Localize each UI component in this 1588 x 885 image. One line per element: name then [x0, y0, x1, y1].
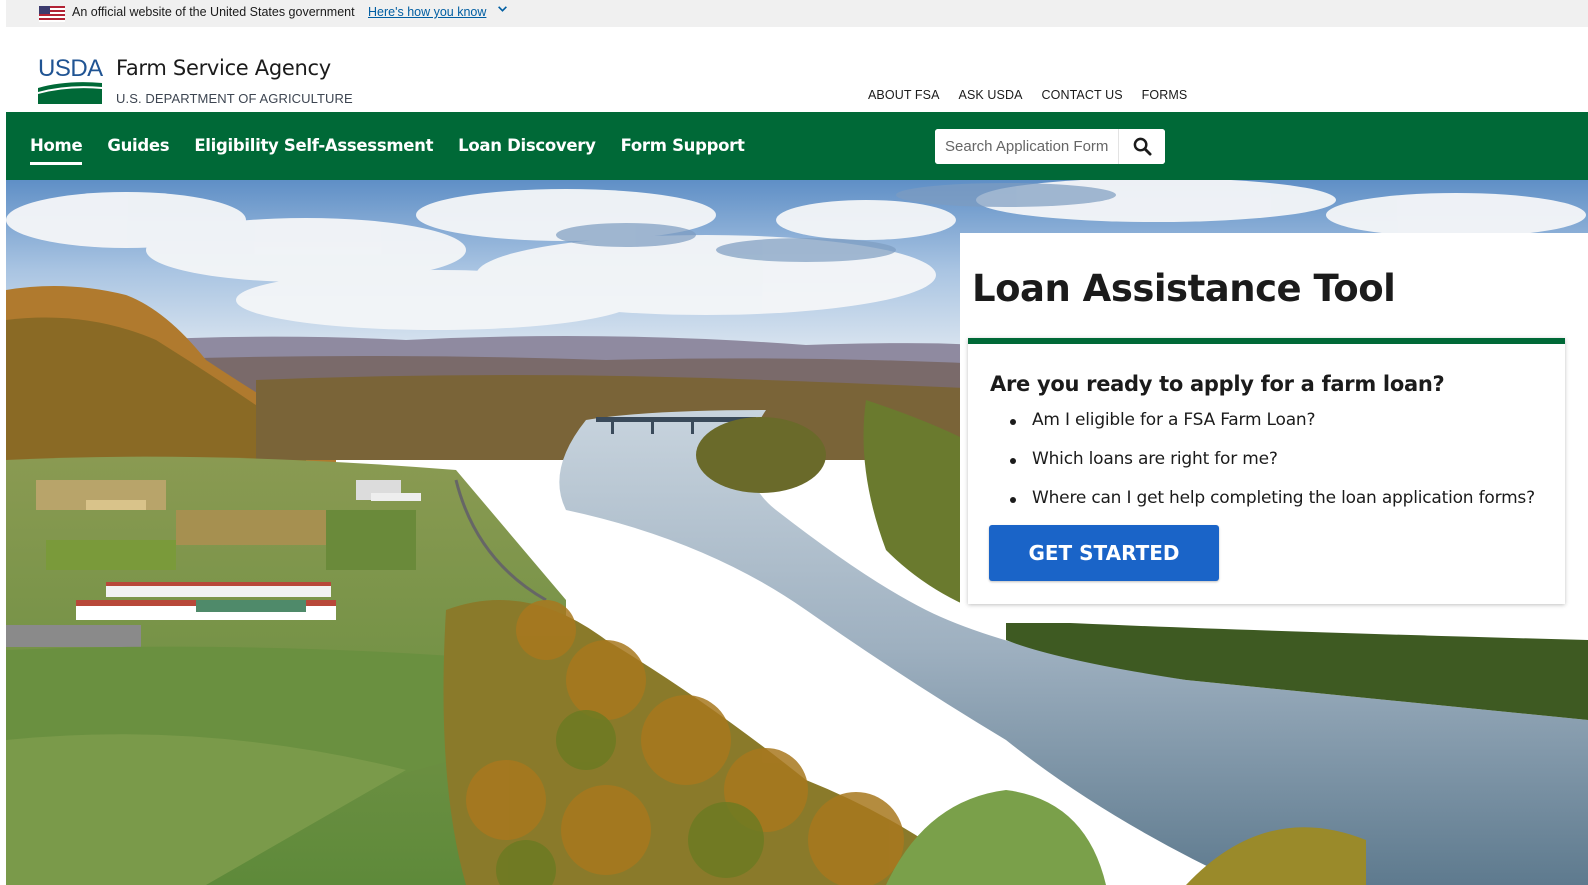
card-inner-panel: Are you ready to apply for a farm loan? …	[968, 338, 1565, 604]
gov-banner: An official website of the United States…	[6, 0, 1588, 27]
usda-logo-fields-icon	[38, 82, 102, 104]
util-link-forms[interactable]: FORMS	[1142, 88, 1188, 102]
list-item: Am I eligible for a FSA Farm Loan?	[1010, 410, 1535, 449]
magnifier-icon	[1133, 137, 1152, 156]
card-title: Loan Assistance Tool	[972, 267, 1396, 310]
nav-item-eligibility[interactable]: Eligibility Self-Assessment	[194, 136, 433, 157]
util-link-about-fsa[interactable]: ABOUT FSA	[868, 88, 940, 102]
card-subtitle: Are you ready to apply for a farm loan?	[990, 372, 1445, 396]
usda-logo[interactable]: USDA	[38, 55, 103, 104]
gov-banner-text: An official website of the United States…	[72, 5, 355, 19]
usda-logo-text: USDA	[38, 55, 103, 82]
how-you-know-link[interactable]: Here's how you know	[368, 5, 486, 19]
nav-item-home[interactable]: Home	[30, 136, 83, 165]
utility-nav: ABOUT FSA ASK USDA CONTACT US FORMS	[868, 88, 1187, 102]
us-flag-icon	[39, 6, 65, 22]
chevron-down-icon[interactable]	[497, 3, 508, 17]
site-header: USDA Farm Service Agency U.S. DEPARTMENT…	[6, 27, 1588, 112]
util-link-contact-us[interactable]: CONTACT US	[1042, 88, 1123, 102]
loan-assistance-card: Loan Assistance Tool Are you ready to ap…	[960, 233, 1588, 623]
nav-items: Home Guides Eligibility Self-Assessment …	[30, 112, 745, 180]
nav-item-form-support[interactable]: Form Support	[621, 136, 745, 157]
nav-item-guides[interactable]: Guides	[107, 136, 169, 157]
question-list: Am I eligible for a FSA Farm Loan? Which…	[1010, 410, 1535, 527]
get-started-button[interactable]: GET STARTED	[989, 525, 1219, 581]
util-link-ask-usda[interactable]: ASK USDA	[959, 88, 1023, 102]
department-name: U.S. DEPARTMENT OF AGRICULTURE	[116, 91, 353, 106]
search-input[interactable]	[935, 129, 1118, 164]
nav-item-loan-discovery[interactable]: Loan Discovery	[458, 136, 596, 157]
agency-name[interactable]: Farm Service Agency	[116, 56, 331, 80]
list-item: Which loans are right for me?	[1010, 449, 1535, 488]
main-nav: Home Guides Eligibility Self-Assessment …	[6, 112, 1588, 180]
search-box	[935, 129, 1165, 164]
list-item: Where can I get help completing the loan…	[1010, 488, 1535, 527]
search-button[interactable]	[1118, 129, 1165, 164]
